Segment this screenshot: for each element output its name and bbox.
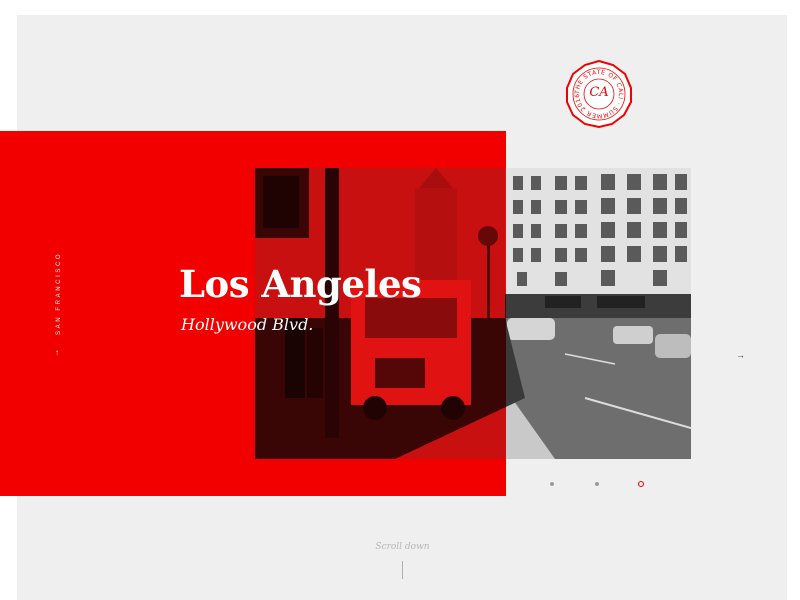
scroll-indicator-line (402, 561, 403, 579)
photo-red-overlay (255, 168, 506, 459)
slider-dot-3-active[interactable] (638, 481, 644, 487)
prev-city-label: SAN FRANCISCO (56, 251, 62, 335)
scroll-down-label[interactable]: Scroll down (0, 542, 800, 552)
arrow-up-icon: ↑ (55, 348, 59, 357)
slider-dot-1[interactable] (550, 482, 554, 486)
slider-dot-2[interactable] (595, 482, 599, 486)
city-title: Los Angeles (179, 262, 422, 306)
seal-monogram: CA (589, 85, 609, 100)
next-arrow-icon[interactable]: → (736, 349, 745, 361)
hero-photo (255, 168, 691, 459)
street-subtitle: Hollywood Blvd. (181, 315, 314, 334)
prev-city-link[interactable]: SAN FRANCISCO ↑ (50, 251, 70, 365)
